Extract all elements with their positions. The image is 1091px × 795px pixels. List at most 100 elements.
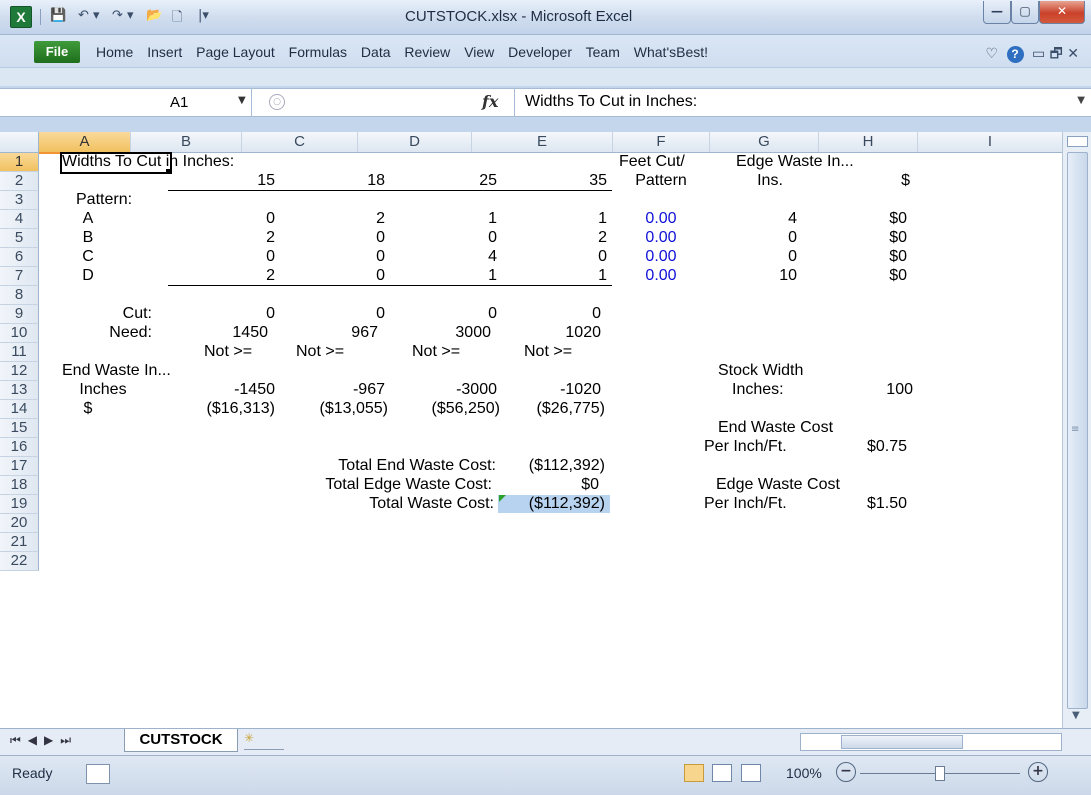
pattern-label-c[interactable]: C: [60, 248, 116, 266]
cell-d4[interactable]: 1: [386, 210, 497, 228]
name-box[interactable]: A1 ▼: [0, 89, 252, 116]
cell-total-waste-label[interactable]: Total Waste Cost:: [230, 495, 494, 513]
pattern-label-a[interactable]: A: [60, 210, 116, 228]
column-header-i[interactable]: I: [918, 132, 1063, 152]
cell-d11[interactable]: Not >=: [412, 343, 460, 361]
cell-a10[interactable]: Need:: [60, 324, 152, 342]
split-box[interactable]: [1067, 136, 1088, 147]
row-header-15[interactable]: 15: [0, 419, 39, 438]
zoom-level[interactable]: 100%: [786, 765, 822, 781]
tab-whatsbest[interactable]: What'sBest!: [634, 44, 708, 60]
column-header-a[interactable]: A: [39, 132, 131, 154]
column-header-e[interactable]: E: [472, 132, 613, 152]
column-header-c[interactable]: C: [242, 132, 358, 152]
pattern-label-d[interactable]: D: [60, 267, 116, 285]
row-header-19[interactable]: 19: [0, 495, 39, 514]
cell-g12[interactable]: Stock Width: [718, 362, 803, 380]
cell-e18[interactable]: $0: [498, 476, 599, 494]
row-header-13[interactable]: 13: [0, 381, 39, 400]
cell-e14[interactable]: ($26,775): [498, 400, 606, 418]
cell-b6[interactable]: 0: [168, 248, 275, 266]
row-header-17[interactable]: 17: [0, 457, 39, 476]
excel-app-icon[interactable]: X: [10, 6, 32, 28]
column-header-d[interactable]: D: [358, 132, 472, 152]
cell-a12[interactable]: End Waste In...: [62, 362, 171, 380]
cell-c10[interactable]: 967: [276, 324, 378, 342]
cell-h7[interactable]: $0: [850, 267, 907, 285]
row-header-4[interactable]: 4: [0, 210, 39, 229]
cell-c2[interactable]: 18: [276, 172, 385, 190]
column-header-h[interactable]: H: [819, 132, 918, 152]
cell-f1[interactable]: Feet Cut/: [619, 153, 685, 171]
cell-c5[interactable]: 0: [276, 229, 385, 247]
cell-f4[interactable]: 0.00: [613, 210, 709, 228]
cell-g13[interactable]: Inches:: [732, 381, 784, 399]
row-header-20[interactable]: 20: [0, 514, 39, 533]
cell-g1[interactable]: Edge Waste In...: [736, 153, 854, 171]
horizontal-scroll-thumb[interactable]: [841, 735, 963, 749]
save-icon[interactable]: 💾: [50, 8, 66, 26]
row-header-5[interactable]: 5: [0, 229, 39, 248]
cell-g4[interactable]: 4: [740, 210, 797, 228]
cell-b10[interactable]: 1450: [168, 324, 268, 342]
cell-a9[interactable]: Cut:: [60, 305, 152, 323]
tab-page-layout[interactable]: Page Layout: [196, 44, 275, 60]
cell-g19[interactable]: Per Inch/Ft.: [704, 495, 787, 513]
cell-c6[interactable]: 0: [276, 248, 385, 266]
cell-d6[interactable]: 4: [386, 248, 497, 266]
cell-a3[interactable]: Pattern:: [76, 191, 132, 209]
tab-view[interactable]: View: [464, 44, 494, 60]
close-button[interactable]: ✕: [1039, 1, 1085, 24]
minimize-button[interactable]: —: [983, 1, 1011, 24]
zoom-in-icon[interactable]: +: [1028, 762, 1048, 782]
column-header-f[interactable]: F: [613, 132, 710, 152]
cell-g7[interactable]: 10: [740, 267, 797, 285]
cell-total-edge-label[interactable]: Total Edge Waste Cost:: [230, 476, 492, 494]
file-tab[interactable]: File: [34, 41, 80, 63]
cell-d10[interactable]: 3000: [386, 324, 491, 342]
cell-a1[interactable]: Widths To Cut in Inches:: [62, 153, 234, 171]
cell-e7[interactable]: 1: [498, 267, 607, 285]
scroll-down-icon[interactable]: ▼: [1072, 710, 1080, 721]
cell-f6[interactable]: 0.00: [613, 248, 709, 266]
cell-d5[interactable]: 0: [386, 229, 497, 247]
cell-h16[interactable]: $0.75: [850, 438, 907, 456]
insert-function-icon[interactable]: fx: [482, 92, 498, 111]
cell-c14[interactable]: ($13,055): [276, 400, 389, 418]
ribbon-minimize-icon[interactable]: ▭: [1032, 46, 1045, 62]
row-header-21[interactable]: 21: [0, 533, 39, 552]
cell-e2[interactable]: 35: [498, 172, 607, 190]
row-header-16[interactable]: 16: [0, 438, 39, 457]
cell-d9[interactable]: 0: [386, 305, 497, 323]
cell-h13[interactable]: 100: [850, 381, 913, 399]
expand-formula-bar-icon[interactable]: ▼: [1077, 95, 1085, 106]
cell-g5[interactable]: 0: [740, 229, 797, 247]
cell-b5[interactable]: 2: [168, 229, 275, 247]
row-header-9[interactable]: 9: [0, 305, 39, 324]
cell-b14[interactable]: ($16,313): [168, 400, 276, 418]
tab-insert[interactable]: Insert: [147, 44, 182, 60]
row-header-8[interactable]: 8: [0, 286, 39, 305]
tab-review[interactable]: Review: [404, 44, 450, 60]
select-all-corner[interactable]: [0, 132, 39, 152]
cell-f7[interactable]: 0.00: [613, 267, 709, 285]
cancel-entry-icon[interactable]: ○: [269, 94, 285, 110]
row-header-7[interactable]: 7: [0, 267, 39, 286]
cell-g18[interactable]: Edge Waste Cost: [716, 476, 840, 494]
cell-g16[interactable]: Per Inch/Ft.: [704, 438, 787, 456]
undo-icon[interactable]: ↶ ▾: [78, 8, 100, 26]
sheet-tab-cutstock[interactable]: CUTSTOCK: [124, 729, 238, 752]
redo-icon[interactable]: ↷ ▾: [112, 8, 134, 26]
heart-icon[interactable]: ♡: [986, 46, 999, 62]
row-header-6[interactable]: 6: [0, 248, 39, 267]
cell-e17[interactable]: ($112,392): [498, 457, 605, 475]
formula-input[interactable]: Widths To Cut in Inches:: [525, 93, 697, 111]
insert-sheet-icon[interactable]: ✳: [244, 731, 284, 750]
cell-e11[interactable]: Not >=: [524, 343, 572, 361]
cell-e10[interactable]: 1020: [498, 324, 601, 342]
page-layout-view-icon[interactable]: [712, 764, 733, 782]
tab-developer[interactable]: Developer: [508, 44, 572, 60]
cell-h2[interactable]: $: [860, 172, 910, 190]
row-header-10[interactable]: 10: [0, 324, 39, 343]
page-break-view-icon[interactable]: [740, 764, 761, 782]
